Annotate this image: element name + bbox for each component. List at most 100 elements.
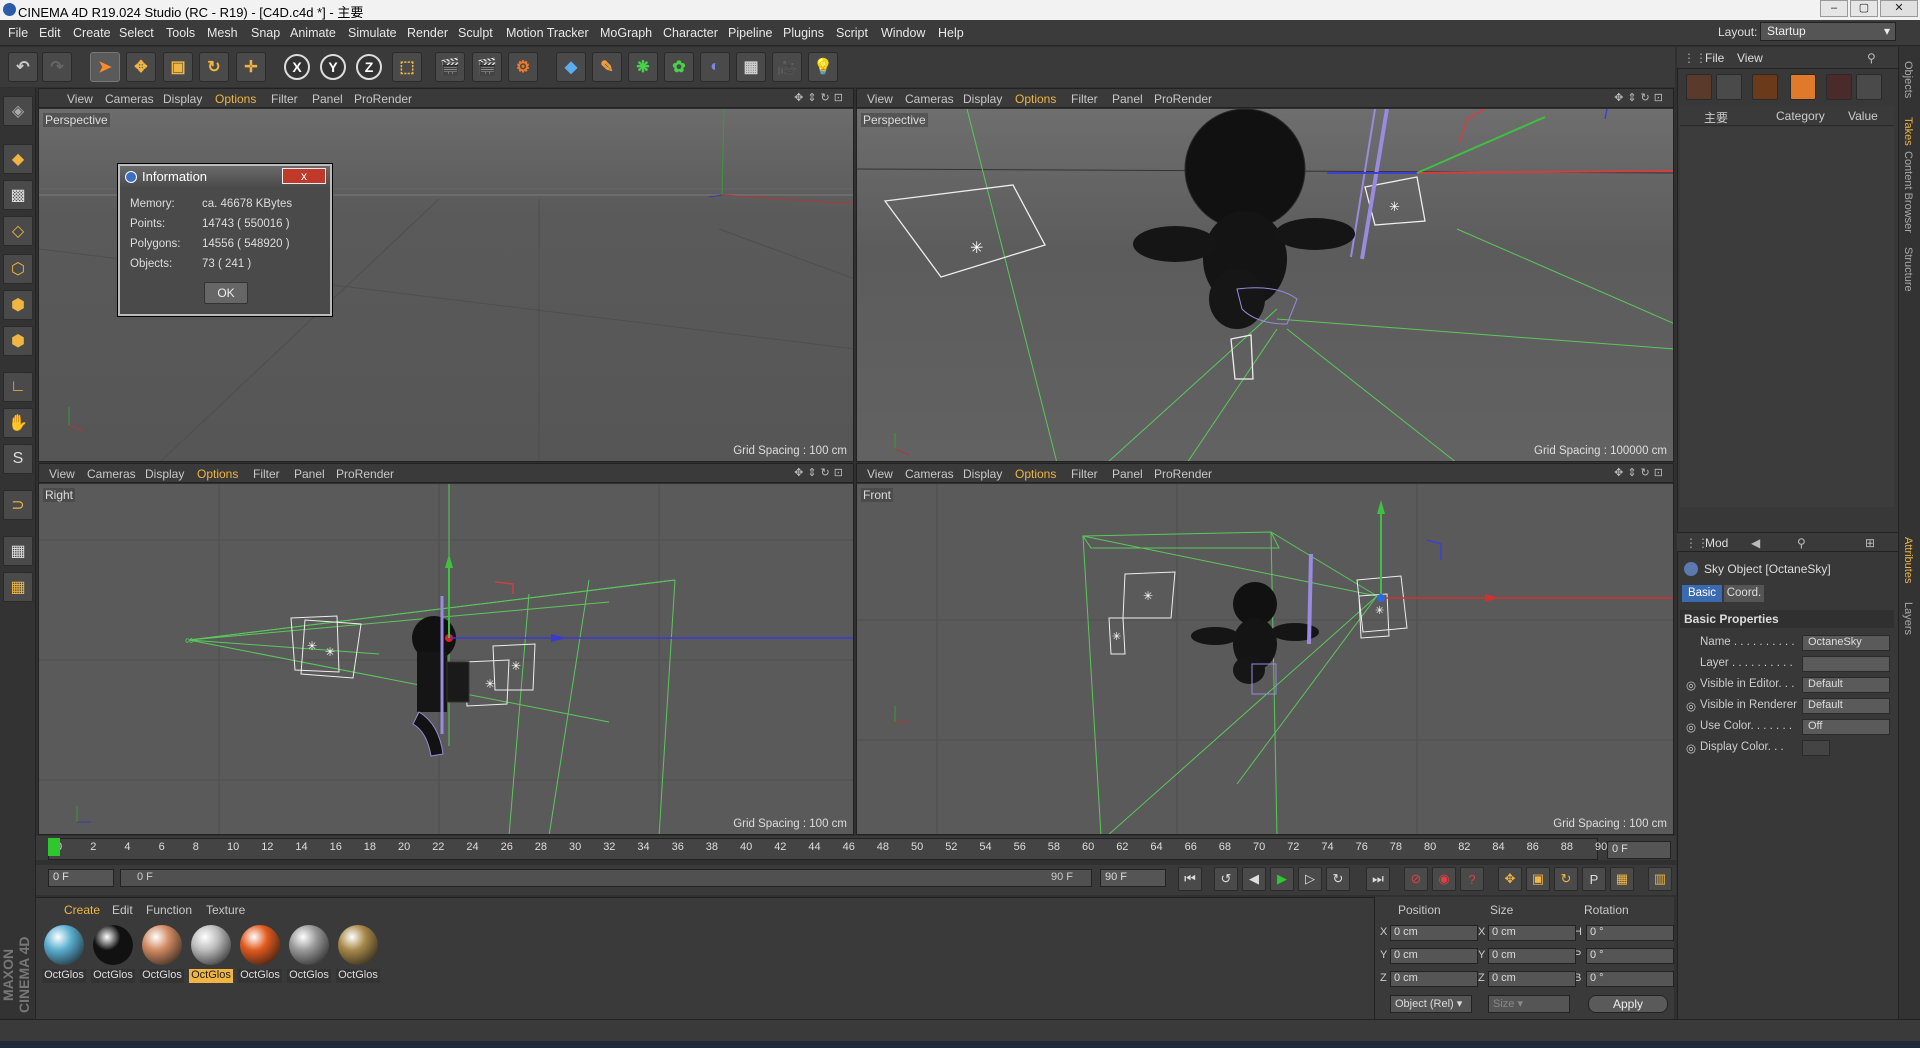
om-menu-file[interactable]: File — [1705, 51, 1724, 65]
select-tool-icon[interactable]: ➤ — [90, 52, 120, 82]
vp-menu-view[interactable]: View — [67, 92, 93, 106]
close-button[interactable]: ✕ — [1880, 0, 1918, 17]
material-swatch[interactable]: OctGlos — [238, 923, 282, 983]
vp-menu-display[interactable]: Display — [163, 92, 202, 106]
parameter-key-icon[interactable]: P — [1582, 867, 1606, 891]
snap-icon[interactable]: S — [3, 444, 33, 474]
menu-sculpt[interactable]: Sculpt — [458, 26, 493, 40]
workplane-mode-icon[interactable]: ◇ — [3, 216, 33, 246]
current-frame-field[interactable]: 0 F — [1607, 841, 1671, 859]
mat-menu-create[interactable]: Create — [64, 903, 100, 917]
side-tab-objects[interactable]: Objects — [1902, 61, 1914, 98]
vp-menu-view[interactable]: View — [867, 467, 893, 481]
tweak-mode-icon[interactable]: ✋ — [3, 408, 33, 438]
vp-menu-options[interactable]: Options — [1015, 92, 1056, 106]
material-swatch[interactable]: OctGlos — [336, 923, 380, 983]
octane-settings-icon[interactable] — [1856, 74, 1882, 100]
vp-menu-prorender[interactable]: ProRender — [354, 92, 412, 106]
viewport-nav-icons[interactable]: ✥⇕↻⊡ — [1614, 466, 1667, 479]
viewport-nav-icons[interactable]: ✥⇕↻⊡ — [794, 91, 847, 104]
end-frame-field[interactable]: 90 F — [1100, 869, 1166, 887]
menu-character[interactable]: Character — [663, 26, 718, 40]
menu-select[interactable]: Select — [119, 26, 154, 40]
vp-menu-panel[interactable]: Panel — [294, 467, 325, 481]
menu-render[interactable]: Render — [407, 26, 448, 40]
material-swatch[interactable]: OctGlos — [189, 923, 233, 983]
vp-menu-view[interactable]: View — [867, 92, 893, 106]
menu-create[interactable]: Create — [73, 26, 111, 40]
coord-rot-field[interactable]: 0 ° — [1586, 925, 1674, 941]
viewport-nav-icons[interactable]: ✥⇕↻⊡ — [794, 466, 847, 479]
coord-pos-field[interactable]: 0 cm — [1390, 925, 1478, 941]
coordinate-mode-select[interactable]: Object (Rel) ▾ — [1390, 995, 1472, 1013]
mat-menu-edit[interactable]: Edit — [112, 903, 133, 917]
enable-snap-icon[interactable]: ⊃ — [3, 490, 33, 520]
viewport-front[interactable]: View Cameras Display Options Filter Pane… — [856, 463, 1674, 835]
dialog-close-button[interactable]: x — [282, 168, 326, 184]
viewport-perspective-2[interactable]: View Cameras Display Options Filter Pane… — [856, 88, 1674, 462]
deformer-icon[interactable]: ◐ — [700, 52, 730, 82]
planar-workplane-icon[interactable]: ▦ — [3, 572, 33, 602]
coord-pos-field[interactable]: 0 cm — [1390, 948, 1478, 964]
vp-menu-filter[interactable]: Filter — [253, 467, 280, 481]
material-swatch[interactable]: OctGlos — [140, 923, 184, 983]
next-key-icon[interactable]: ↻ — [1326, 867, 1350, 891]
camera-object-icon[interactable]: 🎥 — [772, 52, 802, 82]
material-swatch[interactable]: OctGlos — [287, 923, 331, 983]
menu-mesh[interactable]: Mesh — [207, 26, 238, 40]
vp-menu-cameras[interactable]: Cameras — [905, 467, 954, 481]
coord-size-field[interactable]: 0 cm — [1488, 925, 1576, 941]
vp-menu-cameras[interactable]: Cameras — [105, 92, 154, 106]
vp-menu-options[interactable]: Options — [197, 467, 238, 481]
rotation-key-icon[interactable]: ↻ — [1554, 867, 1578, 891]
pen-spline-icon[interactable]: ✎ — [592, 52, 622, 82]
undo-button[interactable]: ↶ — [8, 52, 38, 82]
make-editable-icon[interactable]: ◈ — [3, 96, 33, 126]
material-swatch[interactable]: OctGlos — [91, 923, 135, 983]
keyframe-selection-icon[interactable]: ? — [1460, 867, 1484, 891]
animation-radio-icon[interactable]: ◎ — [1686, 699, 1696, 713]
timeline-playhead[interactable] — [48, 838, 60, 856]
position-key-icon[interactable]: ✥ — [1498, 867, 1522, 891]
vp-menu-cameras[interactable]: Cameras — [87, 467, 136, 481]
side-tab-attributes[interactable]: Attributes — [1902, 537, 1914, 583]
property-value[interactable] — [1802, 656, 1890, 672]
property-value[interactable]: Default — [1802, 698, 1890, 714]
edges-mode-icon[interactable]: ⬢ — [3, 290, 33, 320]
preview-range-slider[interactable]: 0 F 90 F — [120, 869, 1092, 887]
menu-tools[interactable]: Tools — [166, 26, 195, 40]
vp-menu-panel[interactable]: Panel — [1112, 92, 1143, 106]
polygons-mode-icon[interactable]: ⬢ — [3, 326, 33, 356]
scale-key-icon[interactable]: ▣ — [1526, 867, 1550, 891]
menu-plugins[interactable]: Plugins — [783, 26, 824, 40]
timeline-window-icon[interactable]: ▥ — [1648, 867, 1672, 891]
null-object-icon[interactable] — [1716, 74, 1742, 100]
mat-menu-function[interactable]: Function — [146, 903, 192, 917]
om-menu-view[interactable]: View — [1737, 51, 1763, 65]
menu-simulate[interactable]: Simulate — [348, 26, 397, 40]
cloner-icon[interactable]: ✿ — [664, 52, 694, 82]
ok-button[interactable]: OK — [204, 282, 248, 304]
vp-menu-filter[interactable]: Filter — [1071, 92, 1098, 106]
side-tab-structure[interactable]: Structure — [1902, 247, 1914, 292]
vp-menu-options[interactable]: Options — [1015, 467, 1056, 481]
light-object-icon[interactable]: 💡 — [808, 52, 838, 82]
move-tool-icon[interactable]: ✥ — [126, 52, 156, 82]
menu-window[interactable]: Window — [881, 26, 925, 40]
vp-menu-view[interactable]: View — [49, 467, 75, 481]
tab-basic[interactable]: Basic — [1682, 585, 1722, 602]
maximize-button[interactable]: ▢ — [1850, 0, 1878, 17]
attr-mode-menu[interactable]: Mod — [1705, 536, 1728, 550]
z-axis-lock-button[interactable]: Z — [354, 52, 384, 82]
menu-edit[interactable]: Edit — [39, 26, 61, 40]
lock-workplane-icon[interactable]: ▦ — [3, 536, 33, 566]
transform-tool-icon[interactable]: ✛ — [236, 52, 266, 82]
property-value[interactable]: OctaneSky — [1802, 635, 1890, 651]
coord-rot-field[interactable]: 0 ° — [1586, 971, 1674, 987]
viewport-nav-icons[interactable]: ✥⇕↻⊡ — [1614, 91, 1667, 104]
tab-coord[interactable]: Coord. — [1724, 585, 1764, 602]
go-to-start-icon[interactable]: ⏮ — [1178, 867, 1202, 891]
render-view-icon[interactable]: 🎬 — [435, 52, 465, 82]
point-level-animation-icon[interactable]: ▦ — [1610, 867, 1634, 891]
animation-radio-icon[interactable]: ◎ — [1686, 741, 1696, 755]
